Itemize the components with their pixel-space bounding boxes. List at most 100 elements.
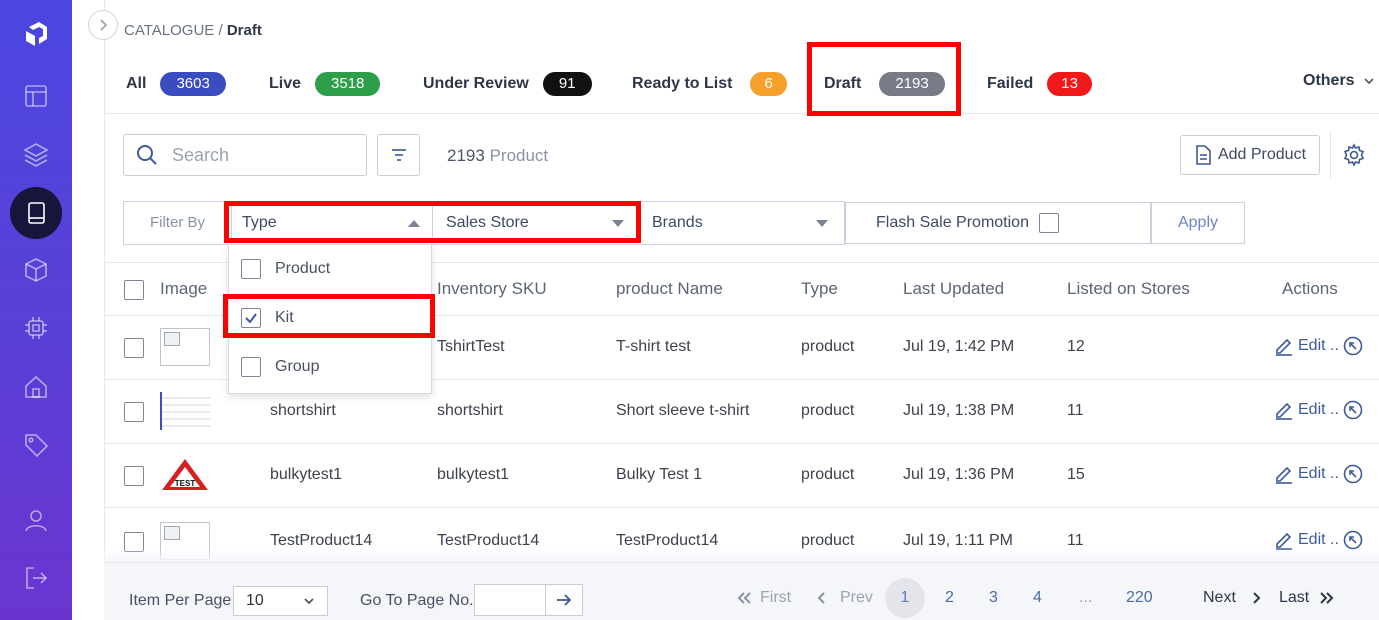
apply-button[interactable]: Apply <box>1151 202 1245 244</box>
next-page-button[interactable]: Next <box>1203 589 1264 607</box>
chip-icon[interactable] <box>16 308 56 348</box>
open-external-icon[interactable] <box>1343 336 1363 356</box>
type-option-checkbox[interactable] <box>241 357 261 377</box>
tab-ready-to-list[interactable]: Ready to List 6 <box>632 72 787 96</box>
gear-icon <box>1343 143 1365 167</box>
status-badge: 91 <box>542 72 592 96</box>
chevron-down-icon <box>1364 78 1374 85</box>
breadcrumb-root[interactable]: CATALOGUE <box>124 22 214 39</box>
sidebar <box>0 0 72 620</box>
open-external-icon[interactable] <box>1343 464 1363 484</box>
home-icon[interactable] <box>16 367 56 407</box>
chevron-right-icon <box>100 19 108 31</box>
page-4[interactable]: 4 <box>1033 589 1042 607</box>
column-product-name[interactable]: product Name <box>616 279 723 299</box>
open-external-icon[interactable] <box>1343 530 1363 550</box>
page-2[interactable]: 2 <box>945 589 954 607</box>
flash-sale-checkbox[interactable] <box>1038 213 1059 233</box>
kit-highlight <box>223 294 435 338</box>
pencil-icon <box>1276 466 1292 484</box>
last-page-button[interactable]: Last <box>1279 589 1335 607</box>
divider <box>432 206 433 238</box>
tab-live[interactable]: Live 3518 <box>269 72 381 96</box>
brands-select[interactable]: Brands <box>642 205 838 241</box>
status-badge: 3603 <box>160 72 226 96</box>
dashboard-icon[interactable] <box>16 76 56 116</box>
column-actions: Actions <box>1282 279 1338 298</box>
per-page-select[interactable]: 10 <box>233 586 328 616</box>
filter-icon <box>391 149 406 161</box>
column-last-updated[interactable]: Last Updated <box>903 279 1004 299</box>
pencil-icon <box>1276 338 1292 356</box>
search-input[interactable] <box>172 144 352 166</box>
row-checkbox[interactable] <box>124 466 144 486</box>
column-image: Image <box>160 279 208 298</box>
product-count: 2193 Product <box>447 146 549 165</box>
double-chevron-right-icon <box>1320 592 1334 604</box>
search-box[interactable] <box>123 134 367 176</box>
collapse-sidebar-button[interactable] <box>88 10 118 40</box>
filter-by-label: Filter By <box>124 202 232 244</box>
column-inventory-sku[interactable]: Inventory SKU <box>437 279 547 299</box>
tab-under-review[interactable]: Under Review 91 <box>423 72 592 96</box>
double-chevron-left-icon <box>737 592 751 604</box>
box-icon[interactable] <box>16 250 56 290</box>
settings-button[interactable] <box>1342 143 1366 167</box>
add-product-button[interactable]: Add Product <box>1180 135 1320 175</box>
type-option-product[interactable]: Product <box>241 259 330 279</box>
caret-down-icon <box>816 219 828 227</box>
open-external-icon[interactable] <box>1343 400 1363 420</box>
product-thumbnail <box>160 328 210 366</box>
tab-all[interactable]: All 3603 <box>126 72 226 96</box>
first-page-button[interactable]: First <box>736 589 791 607</box>
chevron-down-icon <box>304 598 314 605</box>
logout-icon[interactable] <box>16 558 56 598</box>
column-listed-on-stores[interactable]: Listed on Stores <box>1067 279 1190 299</box>
filter-button[interactable] <box>377 134 420 176</box>
tab-others[interactable]: Others <box>1303 72 1375 90</box>
brand-logo-icon[interactable] <box>16 14 56 54</box>
pencil-icon <box>1276 532 1292 550</box>
svg-text:TEST: TEST <box>175 479 196 488</box>
per-page-label: Item Per Page <box>129 592 232 609</box>
tab-failed[interactable]: Failed 13 <box>987 72 1092 96</box>
breadcrumb: CATALOGUE / Draft <box>124 22 262 39</box>
chevron-right-icon <box>1253 592 1261 604</box>
row-checkbox[interactable] <box>124 338 144 358</box>
column-type[interactable]: Type <box>801 279 838 299</box>
status-badge: 3518 <box>315 72 381 96</box>
search-icon <box>137 145 157 165</box>
prev-page-button[interactable]: Prev <box>814 589 873 607</box>
table-row: TEST bulkytest1 bulkytest1 Bulky Test 1 … <box>104 444 1379 508</box>
edit-button[interactable]: Edit .. <box>1274 530 1367 550</box>
edit-button[interactable]: Edit .. <box>1274 464 1367 484</box>
draft-highlight <box>807 42 961 116</box>
catalogue-icon[interactable] <box>10 187 62 239</box>
pencil-icon <box>1276 402 1292 420</box>
row-checkbox[interactable] <box>124 402 144 422</box>
goto-page-button[interactable] <box>545 584 583 616</box>
page-1-current[interactable]: 1 <box>885 578 925 618</box>
page-3[interactable]: 3 <box>989 589 998 607</box>
arrow-right-icon <box>557 594 572 606</box>
divider <box>1330 132 1331 178</box>
breadcrumb-current: Draft <box>226 22 262 39</box>
status-badge: 6 <box>750 72 787 96</box>
chevron-left-icon <box>817 592 825 604</box>
tag-icon[interactable] <box>16 425 56 465</box>
document-icon <box>1196 145 1211 165</box>
edit-button[interactable]: Edit .. <box>1274 336 1367 356</box>
edit-button[interactable]: Edit .. <box>1274 400 1367 420</box>
product-thumbnail <box>160 392 210 430</box>
page-ellipsis: ... <box>1079 589 1093 606</box>
flash-sale-filter: Flash Sale Promotion <box>845 202 1151 244</box>
scroll-fade <box>104 548 1379 562</box>
type-option-group[interactable]: Group <box>241 357 319 377</box>
user-icon[interactable] <box>16 500 56 540</box>
type-option-checkbox[interactable] <box>241 259 261 279</box>
select-all-checkbox[interactable] <box>124 280 144 300</box>
page-220[interactable]: 220 <box>1126 589 1153 607</box>
goto-page-input[interactable] <box>474 584 546 616</box>
test-sign-image: TEST <box>162 459 208 490</box>
layers-icon[interactable] <box>16 134 56 174</box>
